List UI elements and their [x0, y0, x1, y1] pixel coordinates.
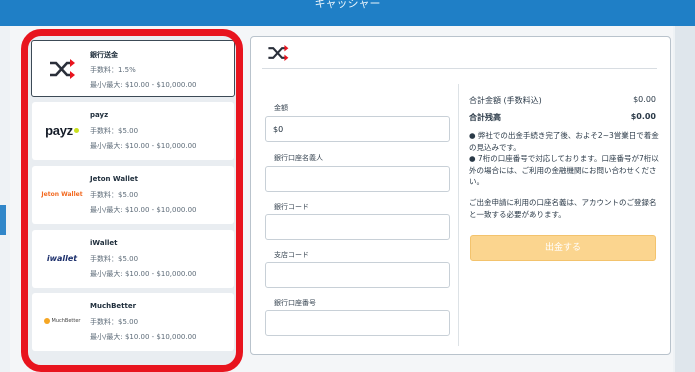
muchbetter-logo: MuchBetter — [38, 307, 86, 335]
method-name: iWallet — [90, 239, 118, 247]
branch-code-label: 支店コード — [274, 251, 309, 259]
jeton-logo: Jeton Wallet — [41, 190, 83, 198]
iwallet-logo: iwallet — [46, 253, 78, 263]
account-name-input[interactable] — [265, 166, 450, 192]
method-name: Jeton Wallet — [90, 175, 139, 183]
method-limit: 最小/最大: $10.00 - $10,000.00 — [90, 81, 197, 89]
total-amount-row: 合計金額 (手数料込) $0.00 — [469, 95, 656, 106]
total-amount-label: 合計金額 (手数料込) — [469, 96, 542, 105]
branch-code-input[interactable] — [265, 262, 450, 288]
withdraw-button[interactable]: 出金する — [470, 235, 656, 261]
total-balance-label: 合計残高 — [469, 113, 501, 122]
amount-input[interactable] — [265, 116, 450, 142]
method-fee: 手数料：$5.00 — [90, 318, 139, 326]
account-number-note: ● 7桁の口座番号で対応しております。口座番号が7桁以外の場合には、ご利用の金融… — [469, 154, 659, 186]
method-card-iwallet[interactable]: iwallet iWallet 手数料：$5.00 最小/最大: $10.00 … — [32, 230, 234, 288]
method-fee: 手数料：$5.00 — [90, 255, 139, 263]
method-name: payz — [90, 111, 109, 119]
cashier-title: キャッシャー — [314, 0, 381, 10]
bank-code-input[interactable] — [265, 214, 450, 240]
column-divider — [458, 84, 459, 346]
method-card-muchbetter[interactable]: MuchBetter MuchBetter 手数料：$5.00 最小/最大: $… — [32, 293, 234, 351]
method-card-payz[interactable]: payz payz 手数料：$5.00 最小/最大: $10.00 - $10,… — [32, 102, 234, 160]
method-name: 銀行送金 — [90, 51, 118, 59]
panel-divider — [262, 68, 657, 69]
method-card-jeton-wallet[interactable]: Jeton Wallet Jeton Wallet 手数料：$5.00 最小/最… — [32, 166, 234, 224]
background-right — [675, 26, 695, 372]
amount-label: 金額 — [274, 104, 288, 112]
method-limit: 最小/最大: $10.00 - $10,000.00 — [90, 206, 197, 214]
shuffle-icon — [38, 55, 86, 83]
method-fee: 手数料：$5.00 — [90, 191, 139, 199]
account-number-input[interactable] — [265, 310, 450, 336]
method-fee: 手数料：$5.00 — [90, 127, 139, 135]
account-number-label: 銀行口座番号 — [274, 299, 316, 307]
total-balance-value: $0.00 — [630, 112, 656, 121]
total-balance-row: 合計残高 $0.00 — [469, 112, 656, 123]
cashier-header: キャッシャー — [0, 0, 695, 26]
method-limit: 最小/最大: $10.00 - $10,000.00 — [90, 270, 197, 278]
bank-code-label: 銀行コード — [274, 203, 309, 211]
account-name-label: 銀行口座名義人 — [274, 154, 323, 162]
method-limit: 最小/最大: $10.00 - $10,000.00 — [90, 142, 197, 150]
account-holder-note: ご出金申請に利用の口座名義は、アカウントのご登録名と一致する必要があります。 — [469, 198, 657, 219]
method-card-bank-transfer[interactable]: 銀行送金 手数料：1.5% 最小/最大: $10.00 - $10,000.00 — [31, 40, 235, 97]
payz-logo: payz — [38, 116, 86, 144]
method-fee: 手数料：1.5% — [90, 66, 136, 74]
total-amount-value: $0.00 — [633, 95, 656, 104]
processing-note: ● 弊社での出金手続き完了後、およそ2~3営業日で着金の見込みです。 — [469, 131, 659, 152]
shuffle-icon — [266, 44, 290, 66]
method-limit: 最小/最大: $10.00 - $10,000.00 — [90, 333, 197, 341]
background-edge — [0, 205, 6, 235]
method-name: MuchBetter — [90, 302, 137, 310]
